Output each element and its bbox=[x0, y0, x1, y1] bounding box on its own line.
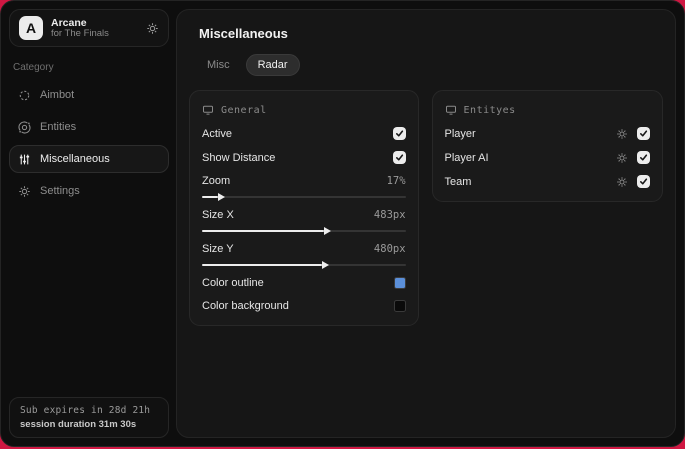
entity-label: Player bbox=[444, 127, 476, 140]
sidebar-nav: Aimbot Entities Miscellaneous Settings bbox=[9, 81, 169, 205]
slider-row-size-y: Size Y 480px bbox=[202, 243, 406, 255]
toggle-label: Show Distance bbox=[202, 151, 276, 164]
app-logo-letter: A bbox=[25, 20, 37, 36]
color-outline-swatch[interactable] bbox=[393, 277, 406, 289]
gear-icon[interactable] bbox=[616, 176, 628, 188]
crosshair-icon bbox=[18, 89, 31, 102]
color-label: Color outline bbox=[202, 277, 264, 289]
tab-bar: Misc Radar bbox=[195, 54, 663, 76]
page-title: Miscellaneous bbox=[199, 26, 288, 41]
toggle-row-active: Active bbox=[202, 127, 406, 140]
app-window: A Arcane for The Finals Category Aimbot … bbox=[0, 0, 685, 447]
entity-row-team: Team bbox=[445, 175, 650, 188]
app-logo: A bbox=[19, 16, 43, 40]
color-row-outline: Color outline bbox=[202, 277, 406, 289]
app-name: Arcane bbox=[51, 16, 87, 29]
sidebar-item-settings[interactable]: Settings bbox=[9, 177, 169, 205]
general-card-header: General bbox=[202, 104, 406, 116]
size-x-slider-fill[interactable] bbox=[202, 226, 332, 235]
app-subtitle: for The Finals bbox=[51, 27, 109, 39]
show-distance-checkbox[interactable] bbox=[392, 151, 406, 164]
color-label: Color background bbox=[202, 300, 289, 312]
entity-label: Team bbox=[444, 175, 472, 188]
orbit-icon bbox=[18, 120, 31, 134]
subscription-card: Sub expires in 28d 21h session duration … bbox=[9, 397, 169, 438]
checkmark-icon bbox=[395, 154, 403, 161]
gear-icon[interactable] bbox=[616, 152, 628, 164]
general-card: General Active Show Distance Zoom 17% Si… bbox=[189, 90, 419, 326]
checkmark-icon bbox=[640, 130, 648, 137]
monitor-icon bbox=[202, 104, 214, 116]
entity-row-player: Player bbox=[445, 127, 650, 140]
sidebar-item-label: Settings bbox=[40, 185, 80, 197]
sidebar-item-entities[interactable]: Entities bbox=[9, 113, 169, 141]
slider-row-size-x: Size X 483px bbox=[202, 209, 406, 221]
slider-row-zoom: Zoom 17% bbox=[202, 175, 406, 187]
zoom-slider-fill[interactable] bbox=[202, 192, 226, 201]
entities-card: Entityes Player Player AI Team bbox=[431, 90, 663, 202]
size-x-slider[interactable] bbox=[202, 226, 406, 235]
sidebar-item-aimbot[interactable]: Aimbot bbox=[9, 81, 169, 109]
entities-card-header: Entityes bbox=[445, 104, 650, 116]
session-duration-text: session duration 31m 30s bbox=[20, 419, 137, 430]
player-ai-checkbox[interactable] bbox=[637, 151, 650, 164]
slider-label: Size Y bbox=[202, 243, 234, 255]
sidebar: A Arcane for The Finals Category Aimbot … bbox=[1, 1, 176, 446]
gear-icon[interactable] bbox=[146, 22, 159, 35]
active-checkbox[interactable] bbox=[392, 127, 406, 140]
color-row-background: Color background bbox=[202, 300, 406, 312]
toggle-label: Active bbox=[202, 127, 232, 140]
slider-label: Zoom bbox=[202, 175, 231, 187]
entities-card-title: Entityes bbox=[463, 104, 516, 116]
app-title-block: Arcane for The Finals bbox=[51, 17, 146, 40]
category-label: Category bbox=[13, 62, 54, 73]
gear-icon bbox=[18, 185, 31, 198]
toggle-row-show-distance: Show Distance bbox=[202, 151, 406, 164]
tab-misc[interactable]: Misc bbox=[195, 54, 242, 76]
team-checkbox[interactable] bbox=[637, 175, 650, 188]
sub-expiry-text: Sub expires in 28d 21h bbox=[20, 405, 151, 416]
slider-label: Size X bbox=[202, 209, 234, 221]
sliders-icon bbox=[18, 153, 31, 166]
checkmark-icon bbox=[395, 130, 403, 137]
monitor-icon bbox=[445, 104, 457, 116]
slider-value: 17% bbox=[386, 175, 406, 187]
tab-radar[interactable]: Radar bbox=[245, 54, 300, 76]
checkmark-icon bbox=[640, 154, 648, 161]
slider-value: 480px bbox=[373, 243, 406, 255]
settings-cards: General Active Show Distance Zoom 17% Si… bbox=[189, 90, 663, 326]
desktop-background: A Arcane for The Finals Category Aimbot … bbox=[0, 0, 685, 449]
gear-icon[interactable] bbox=[616, 128, 628, 140]
size-y-slider-fill[interactable] bbox=[202, 260, 330, 269]
zoom-slider[interactable] bbox=[202, 192, 406, 201]
sidebar-item-label: Miscellaneous bbox=[40, 153, 110, 165]
entity-controls bbox=[616, 175, 650, 188]
entity-controls bbox=[616, 127, 650, 140]
general-card-title: General bbox=[221, 104, 267, 116]
app-header-card: A Arcane for The Finals bbox=[9, 9, 169, 47]
sidebar-item-label: Entities bbox=[40, 121, 77, 133]
sidebar-item-label: Aimbot bbox=[40, 89, 75, 101]
slider-value: 483px bbox=[373, 209, 406, 221]
entity-label: Player AI bbox=[444, 151, 489, 164]
size-y-slider[interactable] bbox=[202, 260, 406, 269]
color-background-swatch[interactable] bbox=[393, 300, 406, 312]
sidebar-item-miscellaneous[interactable]: Miscellaneous bbox=[9, 145, 169, 173]
player-checkbox[interactable] bbox=[637, 127, 650, 140]
entity-row-player-ai: Player AI bbox=[445, 151, 650, 164]
main-panel: Miscellaneous Misc Radar General Active … bbox=[176, 9, 676, 438]
entity-controls bbox=[616, 151, 650, 164]
checkmark-icon bbox=[640, 178, 648, 185]
